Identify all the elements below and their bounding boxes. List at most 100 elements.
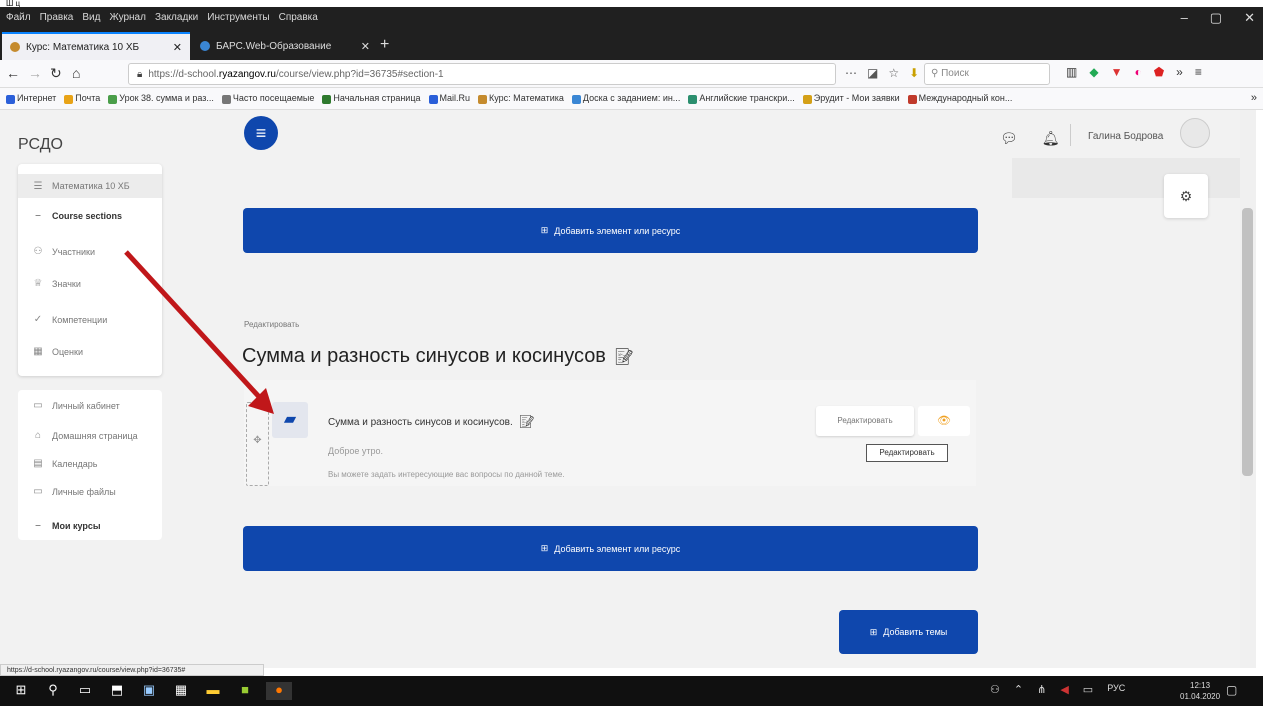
menu-history[interactable]: Журнал — [109, 12, 146, 23]
bookmark-item[interactable]: Почта — [64, 93, 100, 104]
sidebar-item-badges[interactable]: ♕ Значки — [32, 278, 81, 289]
language-indicator[interactable]: РУС — [1107, 683, 1125, 696]
sidebar-item-competencies[interactable]: ✓ Компетенции — [32, 314, 107, 325]
add-activity-button[interactable]: ⊞ Добавить элемент или ресурс — [243, 208, 978, 253]
plus-square-icon: ⊞ — [540, 543, 549, 553]
clock[interactable]: 12:13 01.04.2020 — [1180, 680, 1220, 702]
bookmark-item[interactable]: Международный кон... — [907, 93, 1012, 104]
library-icon[interactable]: ▥ — [1066, 65, 1077, 79]
windows-start-icon[interactable]: ⊞ — [12, 682, 30, 700]
bookmark-item[interactable]: Часто посещаемые — [221, 93, 314, 104]
edit-section-link[interactable]: Редактировать — [244, 320, 299, 329]
menu-tools[interactable]: Инструменты — [207, 12, 269, 23]
bookmark-item[interactable]: Доска с заданием: ин... — [571, 93, 681, 104]
bookmark-label: Доска с заданием: ин... — [582, 93, 681, 104]
activity-link[interactable]: Сумма и разность синусов и косинусов. — [328, 417, 513, 428]
bookmarks-overflow-icon[interactable]: » — [1251, 92, 1257, 104]
edit-pencil-icon[interactable]: 📝︎ — [519, 414, 536, 430]
gear-icon[interactable]: ⚙ — [1164, 174, 1208, 218]
bookmark-item[interactable]: Курс: Математика — [478, 93, 564, 104]
sidebar-item-label: Личные файлы — [52, 486, 116, 497]
site-brand[interactable]: РСДО — [18, 136, 63, 154]
overflow-icon[interactable]: » — [1176, 65, 1183, 79]
menu-help[interactable]: Справка — [279, 12, 318, 23]
bookmark-item[interactable]: Урок 38. сумма и раз... — [108, 93, 214, 104]
user-icon[interactable]: ⚇ — [990, 683, 1000, 696]
back-icon[interactable]: ← — [6, 65, 20, 81]
firefox-icon[interactable]: ● — [266, 682, 292, 700]
search-icon[interactable]: ⚲ — [44, 682, 62, 700]
user-name[interactable]: Галина Бодрова — [1088, 131, 1163, 142]
tab-bars[interactable]: БАРС.Web-Образование ✕ — [192, 32, 378, 60]
sidebar-item-course[interactable]: ☰ Математика 10 ХБ — [18, 174, 162, 198]
calculator-icon[interactable]: ▦ — [172, 682, 190, 700]
sidebar-item-private-files[interactable]: ▭ Личные файлы — [32, 486, 116, 497]
minimize-button[interactable]: – — [1181, 10, 1188, 26]
store-icon[interactable]: ⬒ — [108, 682, 126, 700]
notification-icon[interactable]: ▢ — [1226, 683, 1237, 697]
scrollbar-thumb[interactable] — [1242, 208, 1253, 476]
speaker-icon[interactable]: ◀ — [1060, 683, 1068, 696]
visibility-eye-icon[interactable]: 👁︎ — [918, 406, 970, 436]
url-rest: /course/view.php?id=36735#section-1 — [276, 68, 444, 80]
pocket-icon[interactable]: ◪ — [867, 66, 878, 80]
close-window-button[interactable]: ✕ — [1244, 10, 1255, 26]
more-icon[interactable]: ⋯ — [845, 66, 857, 80]
menu-bar: Файл Правка Вид Журнал Закладки Инструме… — [0, 7, 1263, 30]
bookmark-icon — [802, 94, 812, 104]
task-view-icon[interactable]: ▭ — [76, 682, 94, 700]
bookmark-item[interactable]: Английские транскри... — [688, 93, 795, 104]
hamburger-menu-button[interactable]: ≡ — [244, 116, 278, 150]
menu-icon[interactable]: ≡ — [1195, 65, 1202, 79]
menu-view[interactable]: Вид — [82, 12, 100, 23]
bookmark-item[interactable]: Эрудит - Мои заявки — [802, 93, 900, 104]
close-tab-icon[interactable]: ✕ — [361, 40, 370, 53]
search-input[interactable]: ⚲ Поиск — [924, 63, 1050, 85]
download-icon[interactable]: ⬇ — [909, 66, 919, 80]
bookmark-item[interactable]: Интернет — [6, 93, 56, 104]
lock-icon: 🔒︎ — [137, 68, 143, 80]
activity-edit-button[interactable]: Редактировать — [816, 406, 914, 436]
sidebar-item-calendar[interactable]: ▤ Календарь — [32, 458, 97, 469]
app-green-icon[interactable]: ■ — [236, 682, 254, 700]
reload-icon[interactable]: ↻ — [50, 65, 62, 82]
sidebar-item-dashboard[interactable]: ▭ Личный кабинет — [32, 400, 119, 411]
bookmark-item[interactable]: Начальная страница — [322, 93, 421, 104]
maximize-button[interactable]: ▢ — [1210, 10, 1222, 26]
new-tab-icon[interactable]: + — [380, 36, 389, 54]
sidebar-item-participants[interactable]: ⚇ Участники — [32, 246, 95, 257]
sidebar-item-my-courses[interactable]: – Мои курсы — [32, 520, 100, 531]
cart-icon[interactable]: ▼ — [1111, 65, 1123, 79]
chevron-up-icon[interactable]: ⌃ — [1014, 683, 1023, 696]
avatar[interactable] — [1180, 118, 1210, 148]
bookmark-icon — [478, 94, 488, 104]
tab-course[interactable]: Курс: Математика 10 ХБ ✕ — [2, 32, 190, 60]
extension-icon[interactable]: ◆ — [1089, 65, 1098, 79]
sidebar-item-grades[interactable]: ▦ Оценки — [32, 346, 83, 357]
bookmark-item[interactable]: Mail.Ru — [428, 93, 470, 104]
app-icon[interactable]: ▣ — [140, 682, 158, 700]
network-icon[interactable]: ⋔ — [1037, 683, 1046, 696]
forum-icon[interactable]: ▰ — [272, 402, 308, 438]
bookmark-star-icon[interactable]: ☆ — [888, 66, 899, 80]
activity-description: Вы можете задать интересующие вас вопрос… — [328, 470, 565, 479]
sidebar-item-course-sections[interactable]: – Course sections — [32, 210, 122, 221]
drag-handle-icon[interactable]: ✥ — [246, 402, 269, 486]
shield-icon[interactable]: ⬟ — [1154, 65, 1164, 79]
menu-file[interactable]: Файл — [6, 12, 31, 23]
messages-icon[interactable]: 💬︎ — [1000, 130, 1018, 147]
menu-bookmarks[interactable]: Закладки — [155, 12, 198, 23]
add-topics-button[interactable]: ⊞ Добавить темы — [839, 610, 978, 654]
close-tab-icon[interactable]: ✕ — [173, 41, 182, 54]
url-input[interactable]: 🔒︎ https://d-school. ryazangov.ru/course/… — [128, 63, 836, 85]
menu-edit[interactable]: Правка — [40, 12, 74, 23]
edit-pencil-icon[interactable]: 📝︎ — [614, 347, 634, 367]
add-activity-button[interactable]: ⊞ Добавить элемент или ресурс — [243, 526, 978, 571]
sidebar-item-home[interactable]: ⌂ Домашняя страница — [32, 430, 138, 441]
addon-icon[interactable]: ◐ — [1134, 65, 1141, 79]
keyboard-icon[interactable]: ▭ — [1083, 683, 1093, 696]
forward-icon[interactable]: → — [28, 65, 42, 81]
folder-icon[interactable]: ▬ — [204, 682, 222, 700]
notifications-icon[interactable]: 🔔︎ — [1042, 130, 1060, 147]
home-icon[interactable]: ⌂ — [72, 65, 80, 81]
